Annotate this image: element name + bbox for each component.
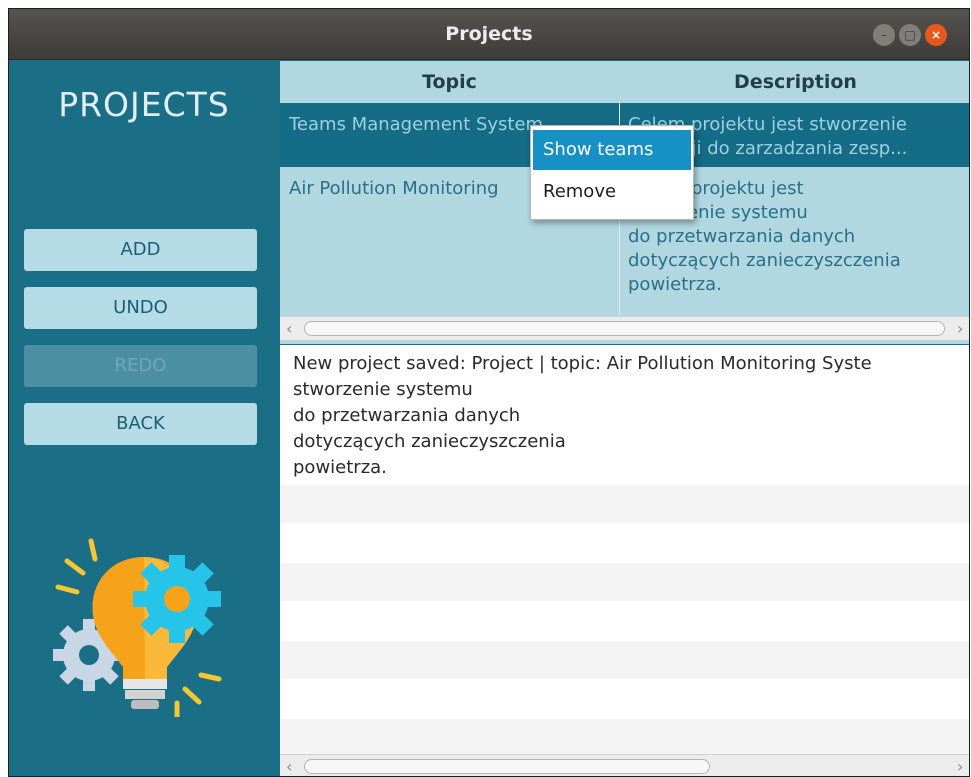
sidebar: PROJECTS ADD UNDO REDO BACK: [9, 61, 279, 776]
add-button[interactable]: ADD: [24, 229, 257, 271]
menu-item-remove[interactable]: Remove: [533, 172, 691, 212]
redo-button[interactable]: REDO: [24, 345, 257, 387]
scroll-right-icon[interactable]: ›: [957, 757, 963, 776]
context-menu: Show teams Remove: [530, 125, 694, 220]
minimize-icon[interactable]: –: [873, 24, 895, 46]
stripe: [280, 641, 969, 679]
back-button[interactable]: BACK: [24, 403, 257, 445]
table-horizontal-scrollbar[interactable]: ‹ ›: [280, 316, 969, 340]
scrollbar-thumb[interactable]: [304, 759, 710, 774]
maximize-icon[interactable]: □: [899, 24, 921, 46]
column-header-topic[interactable]: Topic: [280, 61, 619, 103]
stripe: [280, 485, 969, 523]
title-bar[interactable]: Projects – □ ×: [9, 9, 969, 60]
scroll-left-icon[interactable]: ‹: [286, 319, 292, 338]
stripe: [280, 719, 969, 755]
column-header-description[interactable]: Description: [620, 61, 969, 103]
menu-item-show-teams[interactable]: Show teams: [533, 130, 691, 170]
sidebar-title: PROJECTS: [58, 85, 230, 124]
projects-window: Projects – □ × PROJECTS ADD UNDO REDO BA…: [8, 8, 970, 777]
scroll-left-icon[interactable]: ‹: [286, 757, 292, 776]
close-icon[interactable]: ×: [925, 24, 947, 46]
log-horizontal-scrollbar[interactable]: ‹ ›: [280, 754, 969, 776]
window-title: Projects: [445, 23, 533, 45]
log-area[interactable]: New project saved: Project | topic: Air …: [280, 345, 969, 755]
stripe: [280, 563, 969, 601]
scroll-right-icon[interactable]: ›: [957, 319, 963, 338]
log-text: New project saved: Project | topic: Air …: [293, 353, 872, 478]
undo-button[interactable]: UNDO: [24, 287, 257, 329]
scrollbar-thumb[interactable]: [304, 321, 945, 336]
lightbulb-gears-icon: [53, 538, 222, 717]
